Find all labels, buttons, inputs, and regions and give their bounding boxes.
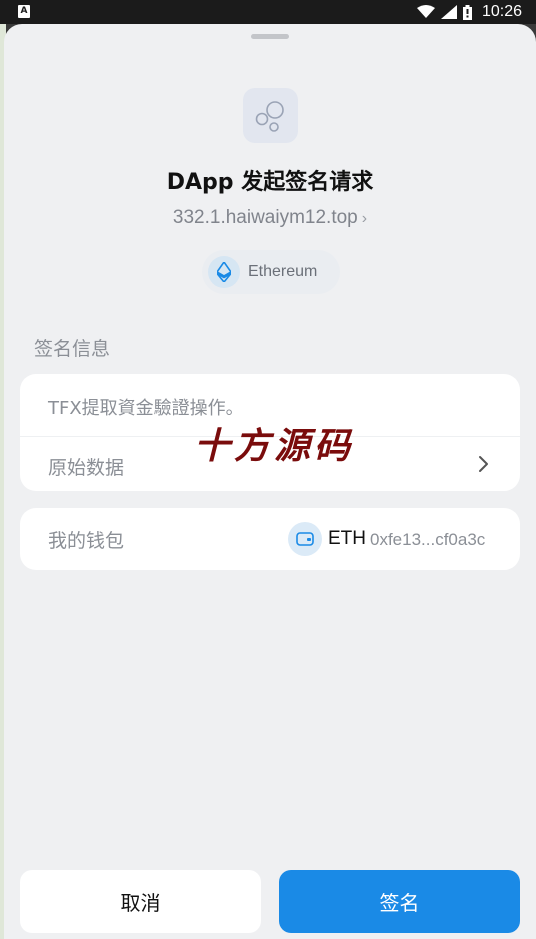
watermark: 十方源码: [194, 425, 355, 467]
dapp-origin: 332.1.haiwaiym12.top: [172, 207, 358, 228]
wallet-card: 我的钱包 ETH 0xfe13...cf0a3c: [20, 508, 520, 570]
ethereum-icon: [208, 256, 240, 288]
network-label: Ethereum: [248, 263, 318, 280]
status-icons: 10:26: [416, 2, 522, 22]
chevron-right-icon[interactable]: [476, 454, 492, 474]
chevron-right-icon: ›: [361, 210, 368, 227]
status-bar: A 10:26: [0, 0, 536, 24]
page-title: DApp 发起签名请求: [166, 170, 374, 195]
battery-icon: [462, 4, 472, 20]
network-badge: Ethereum: [202, 250, 340, 294]
status-time: 10:26: [481, 3, 522, 20]
wallet-address: 0xfe13...cf0a3c: [370, 530, 486, 549]
drag-handle[interactable]: [251, 34, 289, 39]
dapp-origin-link[interactable]: 332.1.haiwaiym12.top ›: [4, 207, 536, 229]
cancel-button[interactable]: 取消: [20, 870, 261, 933]
notification-a-icon: A: [18, 5, 30, 18]
section-label-sign-info: 签名信息: [34, 338, 111, 360]
wallet-label: 我的钱包: [48, 530, 125, 552]
sign-button[interactable]: 签名: [279, 870, 520, 933]
wallet-chain: ETH: [328, 528, 366, 549]
signal-icon: [440, 5, 457, 19]
wallet-icon: [288, 522, 322, 556]
wifi-icon: [416, 5, 435, 18]
raw-data-label[interactable]: 原始数据: [48, 453, 124, 480]
sign-request-sheet: DApp 发起签名请求 332.1.haiwaiym12.top › Ethere…: [4, 24, 536, 939]
bubbles-icon: [243, 88, 298, 143]
